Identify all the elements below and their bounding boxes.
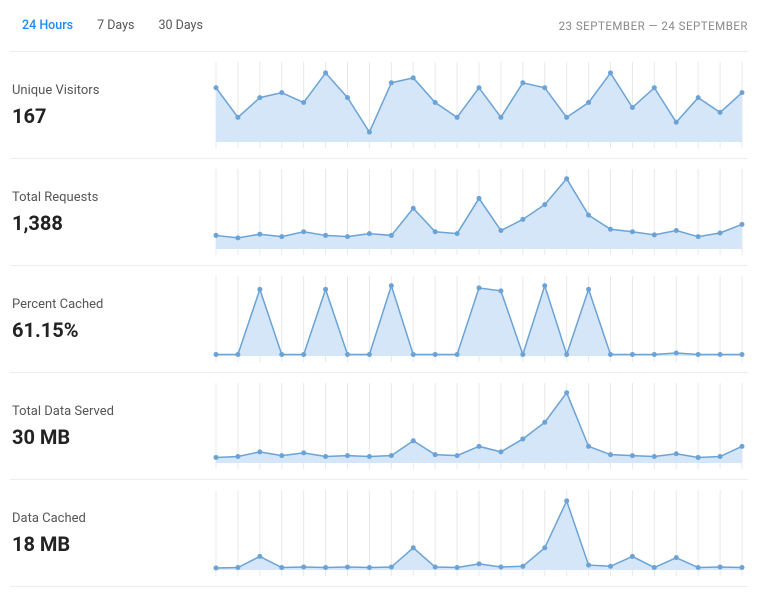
metric-label-col: Data Cached 18 MB <box>10 490 210 576</box>
metric-row-data-cached: Data Cached 18 MB <box>10 480 748 587</box>
metric-value: 167 <box>12 104 210 128</box>
tab-30-days[interactable]: 30 Days <box>147 14 215 37</box>
sparkline-chart <box>210 276 748 362</box>
metric-label: Percent Cached <box>12 297 210 312</box>
metric-row-percent-cached: Percent Cached 61.15% <box>10 266 748 373</box>
metric-value: 18 MB <box>12 532 210 556</box>
tab-7-days[interactable]: 7 Days <box>85 14 146 37</box>
metric-label: Total Data Served <box>12 404 210 419</box>
metric-label: Data Cached <box>12 511 210 526</box>
metric-row-unique-visitors: Unique Visitors 167 <box>10 51 748 159</box>
sparkline-chart <box>210 490 748 576</box>
metric-label: Unique Visitors <box>12 83 210 98</box>
metric-label-col: Percent Cached 61.15% <box>10 276 210 362</box>
tab-24-hours[interactable]: 24 Hours <box>10 14 85 37</box>
metric-label: Total Requests <box>12 190 210 205</box>
date-range: 23 SEPTEMBER — 24 SEPTEMBER <box>559 19 748 33</box>
metric-label-col: Unique Visitors 167 <box>10 62 210 148</box>
sparkline-chart <box>210 169 748 255</box>
metric-row-total-requests: Total Requests 1,388 <box>10 159 748 266</box>
header: 24 Hours 7 Days 30 Days 23 SEPTEMBER — 2… <box>10 8 748 51</box>
sparkline-chart <box>210 383 748 469</box>
metric-value: 61.15% <box>12 318 210 342</box>
metric-label-col: Total Requests 1,388 <box>10 169 210 255</box>
metric-value: 1,388 <box>12 211 210 235</box>
metric-row-total-data-served: Total Data Served 30 MB <box>10 373 748 480</box>
time-range-tabs: 24 Hours 7 Days 30 Days <box>10 14 215 37</box>
sparkline-chart <box>210 62 748 148</box>
metric-value: 30 MB <box>12 425 210 449</box>
metric-label-col: Total Data Served 30 MB <box>10 383 210 469</box>
